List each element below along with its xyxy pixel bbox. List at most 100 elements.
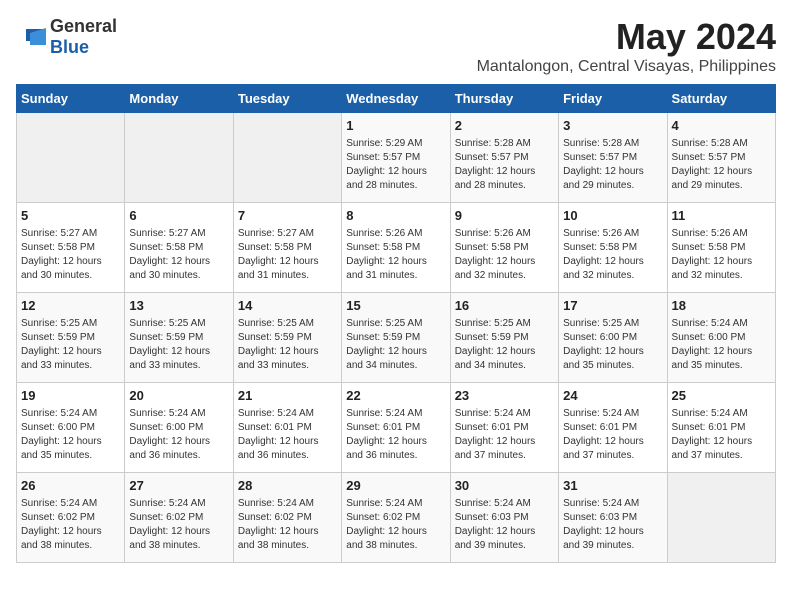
day-number: 21 (238, 387, 337, 405)
calendar-cell: 2 Sunrise: 5:28 AMSunset: 5:57 PMDaylight… (450, 113, 558, 203)
day-number: 14 (238, 297, 337, 315)
day-number: 22 (346, 387, 445, 405)
calendar-cell: 17Sunrise: 5:25 AMSunset: 6:00 PMDayligh… (559, 293, 667, 383)
day-info: Sunrise: 5:26 AMSunset: 5:58 PMDaylight:… (563, 227, 662, 283)
day-info: Sunrise: 5:24 AMSunset: 6:00 PMDaylight:… (672, 317, 771, 373)
day-info: Sunrise: 5:25 AMSunset: 5:59 PMDaylight:… (129, 317, 228, 373)
calendar-cell: 9Sunrise: 5:26 AMSunset: 5:58 PMDaylight… (450, 203, 558, 293)
calendar-cell: 16 Sunrise: 5:25 AMSunset: 5:59 PMDayligh… (450, 293, 558, 383)
calendar-cell: 5 Sunrise: 5:27 AMSunset: 5:58 PMDaylight… (17, 203, 125, 293)
calendar-week-row: 26 Sunrise: 5:24 AMSunset: 6:02 PMDayligh… (17, 473, 776, 563)
day-info: Sunrise: 5:27 AMSunset: 5:58 PMDaylight:… (238, 227, 337, 283)
day-info: Sunrise: 5:26 AMSunset: 5:58 PMDaylight:… (672, 227, 771, 283)
calendar-cell: 22 Sunrise: 5:24 AMSunset: 6:01 PMDayligh… (342, 383, 450, 473)
day-number: 27 (129, 477, 228, 495)
day-info: Sunrise: 5:24 AMSunset: 6:02 PMDaylight:… (346, 497, 445, 553)
day-info: Sunrise: 5:24 AMSunset: 6:01 PMDaylight:… (455, 407, 554, 463)
day-number: 24 (563, 387, 662, 405)
day-number: 7 (238, 207, 337, 225)
calendar-cell: 25Sunrise: 5:24 AMSunset: 6:01 PMDayligh… (667, 383, 775, 473)
day-number: 2 (455, 117, 554, 135)
logo: General Blue (16, 16, 117, 58)
calendar-cell: 21 Sunrise: 5:24 AMSunset: 6:01 PMDayligh… (233, 383, 341, 473)
calendar-cell: 30 Sunrise: 5:24 AMSunset: 6:03 PMDayligh… (450, 473, 558, 563)
day-info: Sunrise: 5:24 AMSunset: 6:00 PMDaylight:… (21, 407, 120, 463)
calendar-cell: 8 Sunrise: 5:26 AMSunset: 5:58 PMDaylight… (342, 203, 450, 293)
title-area: May 2024 Mantalongon, Central Visayas, P… (477, 16, 776, 76)
calendar-cell (17, 113, 125, 203)
day-number: 5 (21, 207, 120, 225)
calendar-cell: 26 Sunrise: 5:24 AMSunset: 6:02 PMDayligh… (17, 473, 125, 563)
day-of-week-header: Saturday (667, 85, 775, 113)
calendar-table: SundayMondayTuesdayWednesdayThursdayFrid… (16, 84, 776, 563)
calendar-cell: 31 Sunrise: 5:24 AMSunset: 6:03 PMDayligh… (559, 473, 667, 563)
calendar-cell: 23 Sunrise: 5:24 AMSunset: 6:01 PMDayligh… (450, 383, 558, 473)
day-info: Sunrise: 5:24 AMSunset: 6:01 PMDaylight:… (238, 407, 337, 463)
day-info: Sunrise: 5:25 AMSunset: 5:59 PMDaylight:… (455, 317, 554, 373)
day-of-week-header: Friday (559, 85, 667, 113)
day-info: Sunrise: 5:25 AMSunset: 5:59 PMDaylight:… (346, 317, 445, 373)
day-number: 31 (563, 477, 662, 495)
calendar-cell: 11 Sunrise: 5:26 AMSunset: 5:58 PMDayligh… (667, 203, 775, 293)
day-info: Sunrise: 5:26 AMSunset: 5:58 PMDaylight:… (346, 227, 445, 283)
calendar-cell: 20 Sunrise: 5:24 AMSunset: 6:00 PMDayligh… (125, 383, 233, 473)
calendar-cell: 3 Sunrise: 5:28 AMSunset: 5:57 PMDaylight… (559, 113, 667, 203)
calendar-cell: 6Sunrise: 5:27 AMSunset: 5:58 PMDaylight… (125, 203, 233, 293)
day-info: Sunrise: 5:24 AMSunset: 6:03 PMDaylight:… (455, 497, 554, 553)
day-info: Sunrise: 5:28 AMSunset: 5:57 PMDaylight:… (563, 137, 662, 193)
day-number: 4 (672, 117, 771, 135)
logo-blue: Blue (50, 37, 89, 57)
day-info: Sunrise: 5:24 AMSunset: 6:00 PMDaylight:… (129, 407, 228, 463)
day-number: 8 (346, 207, 445, 225)
calendar-cell: 10Sunrise: 5:26 AMSunset: 5:58 PMDayligh… (559, 203, 667, 293)
day-of-week-header: Wednesday (342, 85, 450, 113)
day-info: Sunrise: 5:25 AMSunset: 5:59 PMDaylight:… (238, 317, 337, 373)
day-of-week-header: Tuesday (233, 85, 341, 113)
calendar-cell: 24 Sunrise: 5:24 AMSunset: 6:01 PMDayligh… (559, 383, 667, 473)
calendar-cell: 12Sunrise: 5:25 AMSunset: 5:59 PMDayligh… (17, 293, 125, 383)
day-number: 19 (21, 387, 120, 405)
calendar-cell (125, 113, 233, 203)
calendar-cell: 14 Sunrise: 5:25 AMSunset: 5:59 PMDayligh… (233, 293, 341, 383)
day-number: 26 (21, 477, 120, 495)
day-number: 11 (672, 207, 771, 225)
calendar-cell (667, 473, 775, 563)
day-number: 13 (129, 297, 228, 315)
day-of-week-header: Sunday (17, 85, 125, 113)
location-title: Mantalongon, Central Visayas, Philippine… (477, 58, 776, 76)
day-number: 1 (346, 117, 445, 135)
day-info: Sunrise: 5:24 AMSunset: 6:01 PMDaylight:… (672, 407, 771, 463)
day-number: 23 (455, 387, 554, 405)
day-info: Sunrise: 5:27 AMSunset: 5:58 PMDaylight:… (129, 227, 228, 283)
day-number: 15 (346, 297, 445, 315)
day-number: 3 (563, 117, 662, 135)
calendar-cell: 1Sunrise: 5:29 AMSunset: 5:57 PMDaylight… (342, 113, 450, 203)
calendar-week-row: 5 Sunrise: 5:27 AMSunset: 5:58 PMDaylight… (17, 203, 776, 293)
day-info: Sunrise: 5:24 AMSunset: 6:02 PMDaylight:… (21, 497, 120, 553)
month-title: May 2024 (477, 16, 776, 58)
logo-general: General (50, 16, 117, 36)
day-number: 20 (129, 387, 228, 405)
day-info: Sunrise: 5:28 AMSunset: 5:57 PMDaylight:… (672, 137, 771, 193)
day-info: Sunrise: 5:25 AMSunset: 6:00 PMDaylight:… (563, 317, 662, 373)
day-info: Sunrise: 5:27 AMSunset: 5:58 PMDaylight:… (21, 227, 120, 283)
day-number: 30 (455, 477, 554, 495)
day-info: Sunrise: 5:25 AMSunset: 5:59 PMDaylight:… (21, 317, 120, 373)
day-info: Sunrise: 5:24 AMSunset: 6:03 PMDaylight:… (563, 497, 662, 553)
day-info: Sunrise: 5:26 AMSunset: 5:58 PMDaylight:… (455, 227, 554, 283)
header: General Blue May 2024 Mantalongon, Centr… (16, 16, 776, 76)
day-number: 16 (455, 297, 554, 315)
day-number: 29 (346, 477, 445, 495)
day-info: Sunrise: 5:28 AMSunset: 5:57 PMDaylight:… (455, 137, 554, 193)
day-info: Sunrise: 5:24 AMSunset: 6:02 PMDaylight:… (238, 497, 337, 553)
day-info: Sunrise: 5:24 AMSunset: 6:01 PMDaylight:… (346, 407, 445, 463)
calendar-cell: 13 Sunrise: 5:25 AMSunset: 5:59 PMDayligh… (125, 293, 233, 383)
calendar-cell: 7 Sunrise: 5:27 AMSunset: 5:58 PMDaylight… (233, 203, 341, 293)
day-info: Sunrise: 5:24 AMSunset: 6:01 PMDaylight:… (563, 407, 662, 463)
day-of-week-header: Thursday (450, 85, 558, 113)
calendar-cell: 19 Sunrise: 5:24 AMSunset: 6:00 PMDayligh… (17, 383, 125, 473)
day-info: Sunrise: 5:24 AMSunset: 6:02 PMDaylight:… (129, 497, 228, 553)
calendar-week-row: 1Sunrise: 5:29 AMSunset: 5:57 PMDaylight… (17, 113, 776, 203)
calendar-week-row: 12Sunrise: 5:25 AMSunset: 5:59 PMDayligh… (17, 293, 776, 383)
calendar-cell: 29 Sunrise: 5:24 AMSunset: 6:02 PMDayligh… (342, 473, 450, 563)
